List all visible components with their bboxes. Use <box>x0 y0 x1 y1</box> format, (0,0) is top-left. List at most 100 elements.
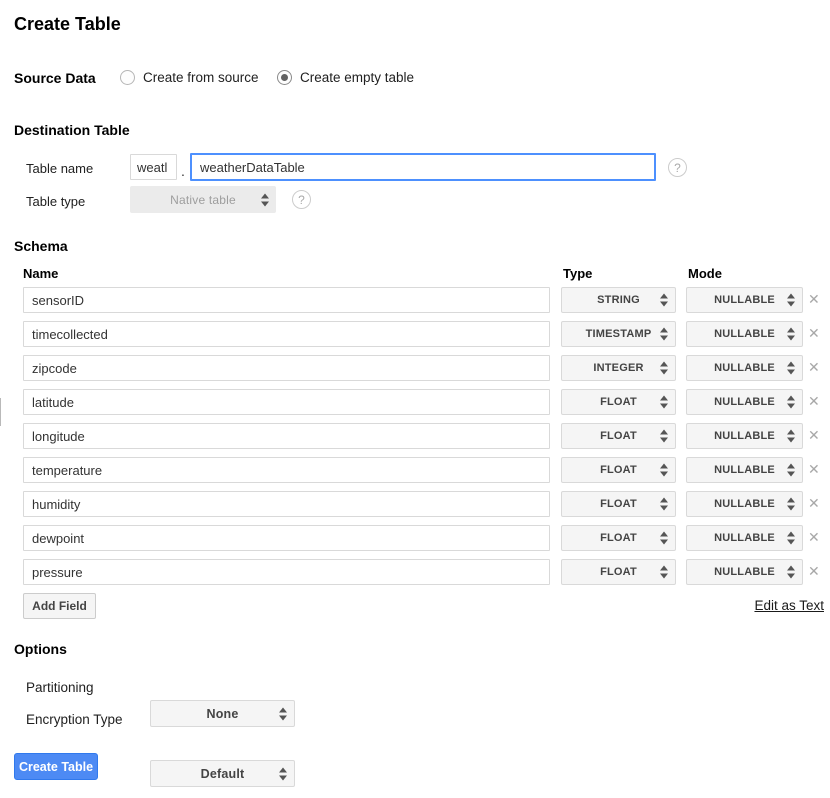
encryption-type-label: Encryption Type <box>26 712 123 727</box>
remove-field-icon[interactable]: ✕ <box>808 495 820 512</box>
field-name-input[interactable] <box>23 491 550 517</box>
field-type-value: FLOAT <box>600 566 637 578</box>
field-name-input[interactable] <box>23 287 550 313</box>
remove-field-icon[interactable]: ✕ <box>808 325 820 342</box>
schema-field-row: INTEGER NULLABLE ✕ <box>0 355 830 381</box>
field-mode-select[interactable]: NULLABLE <box>686 457 803 483</box>
field-mode-value: NULLABLE <box>714 498 775 510</box>
partitioning-select[interactable]: None <box>150 700 295 727</box>
spinner-icon <box>261 193 269 206</box>
dataset-name-input[interactable] <box>130 154 177 180</box>
options-heading: Options <box>14 641 67 657</box>
edit-as-text-link[interactable]: Edit as Text <box>754 598 824 613</box>
field-type-value: STRING <box>597 294 640 306</box>
field-name-input[interactable] <box>23 457 550 483</box>
spinner-icon <box>660 294 668 307</box>
create-table-button[interactable]: Create Table <box>14 753 98 780</box>
radio-icon[interactable] <box>120 70 135 85</box>
radio-label: Create from source <box>143 70 259 85</box>
field-mode-select[interactable]: NULLABLE <box>686 321 803 347</box>
add-field-button[interactable]: Add Field <box>23 593 96 619</box>
field-name-input[interactable] <box>23 423 550 449</box>
field-mode-value: NULLABLE <box>714 328 775 340</box>
remove-field-icon[interactable]: ✕ <box>808 427 820 444</box>
table-name-separator: . <box>181 163 185 179</box>
remove-field-icon[interactable]: ✕ <box>808 393 820 410</box>
field-type-select[interactable]: FLOAT <box>561 457 676 483</box>
remove-field-icon[interactable]: ✕ <box>808 563 820 580</box>
field-type-select[interactable]: INTEGER <box>561 355 676 381</box>
spinner-icon <box>787 362 795 375</box>
source-data-label: Source Data <box>14 70 96 86</box>
radio-label: Create empty table <box>300 70 414 85</box>
schema-field-row: FLOAT NULLABLE ✕ <box>0 389 830 415</box>
field-mode-select[interactable]: NULLABLE <box>686 559 803 585</box>
field-type-select[interactable]: STRING <box>561 287 676 313</box>
spinner-icon <box>279 707 287 720</box>
spinner-icon <box>787 396 795 409</box>
field-type-value: TIMESTAMP <box>586 328 652 340</box>
field-type-value: FLOAT <box>600 498 637 510</box>
field-mode-value: NULLABLE <box>714 430 775 442</box>
radio-icon[interactable] <box>277 70 292 85</box>
spinner-icon <box>660 532 668 545</box>
radio-create-empty-table[interactable]: Create empty table <box>277 70 414 85</box>
spinner-icon <box>279 767 287 780</box>
spinner-icon <box>660 362 668 375</box>
field-type-select[interactable]: FLOAT <box>561 389 676 415</box>
encryption-type-select[interactable]: Default <box>150 760 295 787</box>
field-mode-value: NULLABLE <box>714 532 775 544</box>
field-mode-select[interactable]: NULLABLE <box>686 355 803 381</box>
field-name-input[interactable] <box>23 525 550 551</box>
remove-field-icon[interactable]: ✕ <box>808 529 820 546</box>
spinner-icon <box>787 464 795 477</box>
table-type-label: Table type <box>26 194 85 209</box>
field-type-value: FLOAT <box>600 532 637 544</box>
column-header-type: Type <box>563 266 592 281</box>
field-mode-select[interactable]: NULLABLE <box>686 525 803 551</box>
field-name-input[interactable] <box>23 389 550 415</box>
field-mode-value: NULLABLE <box>714 566 775 578</box>
partitioning-label: Partitioning <box>26 680 94 695</box>
table-name-label: Table name <box>26 161 93 176</box>
spinner-icon <box>660 396 668 409</box>
spinner-icon <box>787 328 795 341</box>
schema-field-row: FLOAT NULLABLE ✕ <box>0 457 830 483</box>
create-table-page: Create Table Source Data Create from sou… <box>0 0 830 798</box>
spinner-icon <box>787 294 795 307</box>
field-mode-value: NULLABLE <box>714 464 775 476</box>
radio-create-from-source[interactable]: Create from source <box>120 70 259 85</box>
spinner-icon <box>660 566 668 579</box>
field-type-select[interactable]: FLOAT <box>561 559 676 585</box>
schema-field-row: STRING NULLABLE ✕ <box>0 287 830 313</box>
field-mode-select[interactable]: NULLABLE <box>686 423 803 449</box>
spinner-icon <box>660 430 668 443</box>
field-mode-select[interactable]: NULLABLE <box>686 491 803 517</box>
partitioning-value: None <box>206 707 238 721</box>
remove-field-icon[interactable]: ✕ <box>808 359 820 376</box>
schema-field-row: FLOAT NULLABLE ✕ <box>0 491 830 517</box>
field-name-input[interactable] <box>23 559 550 585</box>
field-name-input[interactable] <box>23 321 550 347</box>
field-mode-select[interactable]: NULLABLE <box>686 389 803 415</box>
schema-field-row: FLOAT NULLABLE ✕ <box>0 423 830 449</box>
table-name-input[interactable] <box>190 153 656 181</box>
field-type-select[interactable]: FLOAT <box>561 525 676 551</box>
field-type-value: FLOAT <box>600 464 637 476</box>
remove-field-icon[interactable]: ✕ <box>808 291 820 308</box>
remove-field-icon[interactable]: ✕ <box>808 461 820 478</box>
schema-field-row: TIMESTAMP NULLABLE ✕ <box>0 321 830 347</box>
schema-field-row: FLOAT NULLABLE ✕ <box>0 559 830 585</box>
table-name-help-icon[interactable]: ? <box>668 158 687 177</box>
table-type-select: Native table <box>130 186 276 213</box>
schema-heading: Schema <box>14 238 68 254</box>
table-type-help-icon[interactable]: ? <box>292 190 311 209</box>
field-type-select[interactable]: TIMESTAMP <box>561 321 676 347</box>
destination-table-heading: Destination Table <box>14 122 130 138</box>
field-mode-select[interactable]: NULLABLE <box>686 287 803 313</box>
field-name-input[interactable] <box>23 355 550 381</box>
field-type-select[interactable]: FLOAT <box>561 423 676 449</box>
page-title: Create Table <box>14 14 121 35</box>
schema-field-row: FLOAT NULLABLE ✕ <box>0 525 830 551</box>
field-type-select[interactable]: FLOAT <box>561 491 676 517</box>
